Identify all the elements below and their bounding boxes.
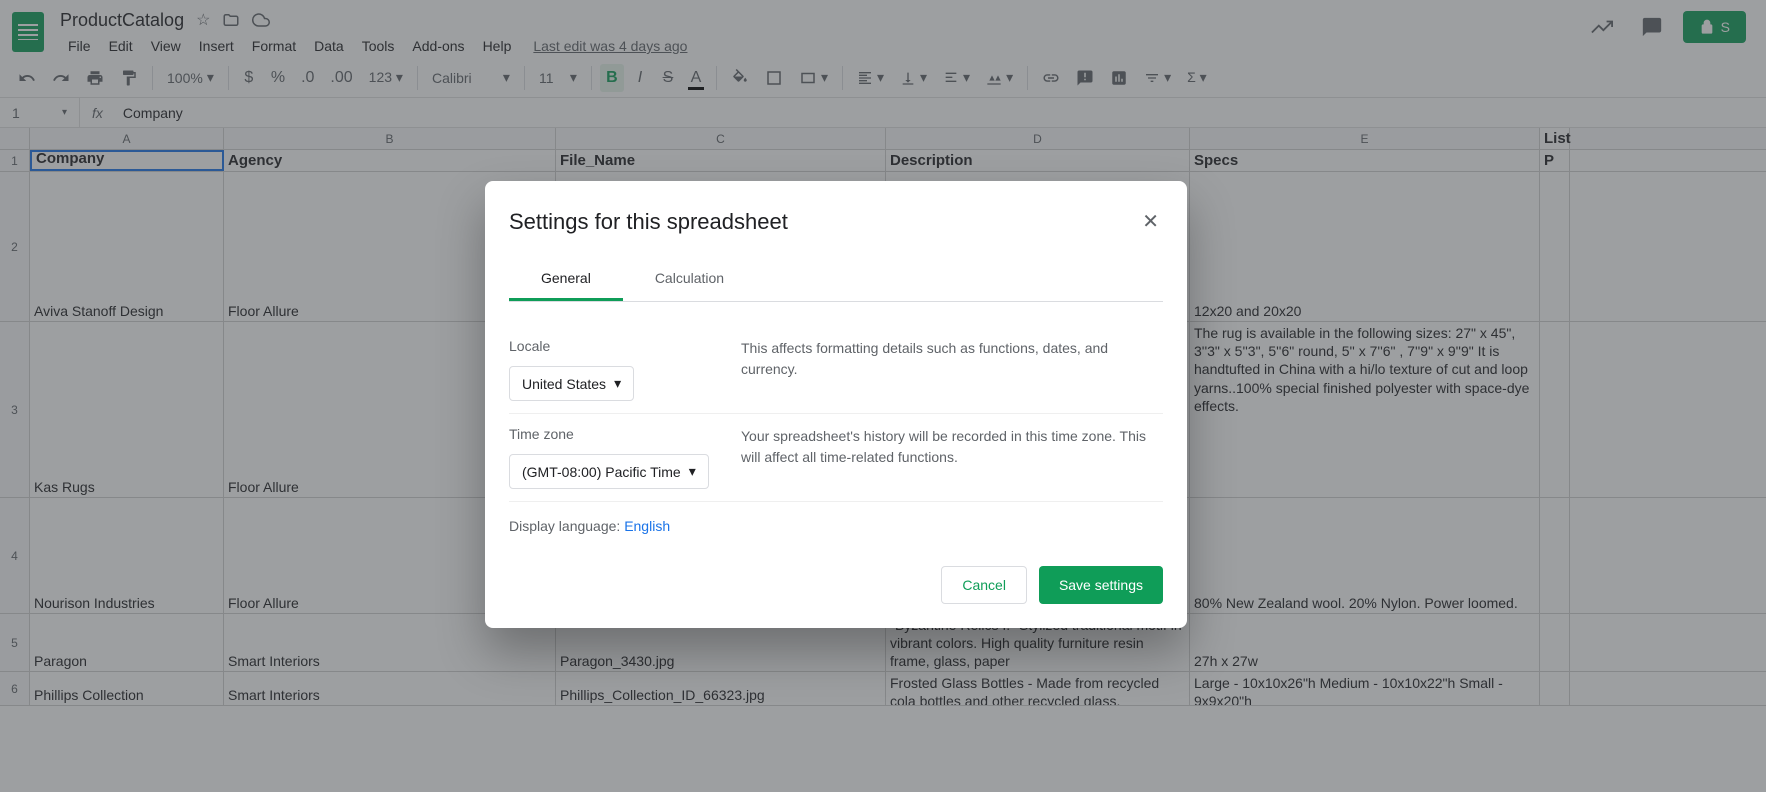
settings-modal: Settings for this spreadsheet ✕ General …: [485, 181, 1187, 628]
cancel-button[interactable]: Cancel: [941, 566, 1027, 604]
locale-description: This affects formatting details such as …: [729, 338, 1163, 401]
save-settings-button[interactable]: Save settings: [1039, 566, 1163, 604]
modal-tabs: General Calculation: [509, 258, 1163, 302]
modal-title: Settings for this spreadsheet: [509, 209, 788, 235]
timezone-dropdown[interactable]: (GMT-08:00) Pacific Time ▾: [509, 454, 709, 489]
chevron-down-icon: ▾: [614, 375, 621, 392]
close-icon[interactable]: ✕: [1138, 205, 1163, 238]
tab-general[interactable]: General: [509, 258, 623, 301]
locale-dropdown[interactable]: United States ▾: [509, 366, 634, 401]
tab-calculation[interactable]: Calculation: [623, 258, 756, 301]
locale-label: Locale: [509, 338, 729, 354]
chevron-down-icon: ▾: [689, 463, 696, 480]
language-link[interactable]: English: [624, 518, 670, 534]
timezone-description: Your spreadsheet's history will be recor…: [729, 426, 1163, 489]
language-row: Display language: English: [509, 502, 1163, 550]
timezone-label: Time zone: [509, 426, 729, 442]
